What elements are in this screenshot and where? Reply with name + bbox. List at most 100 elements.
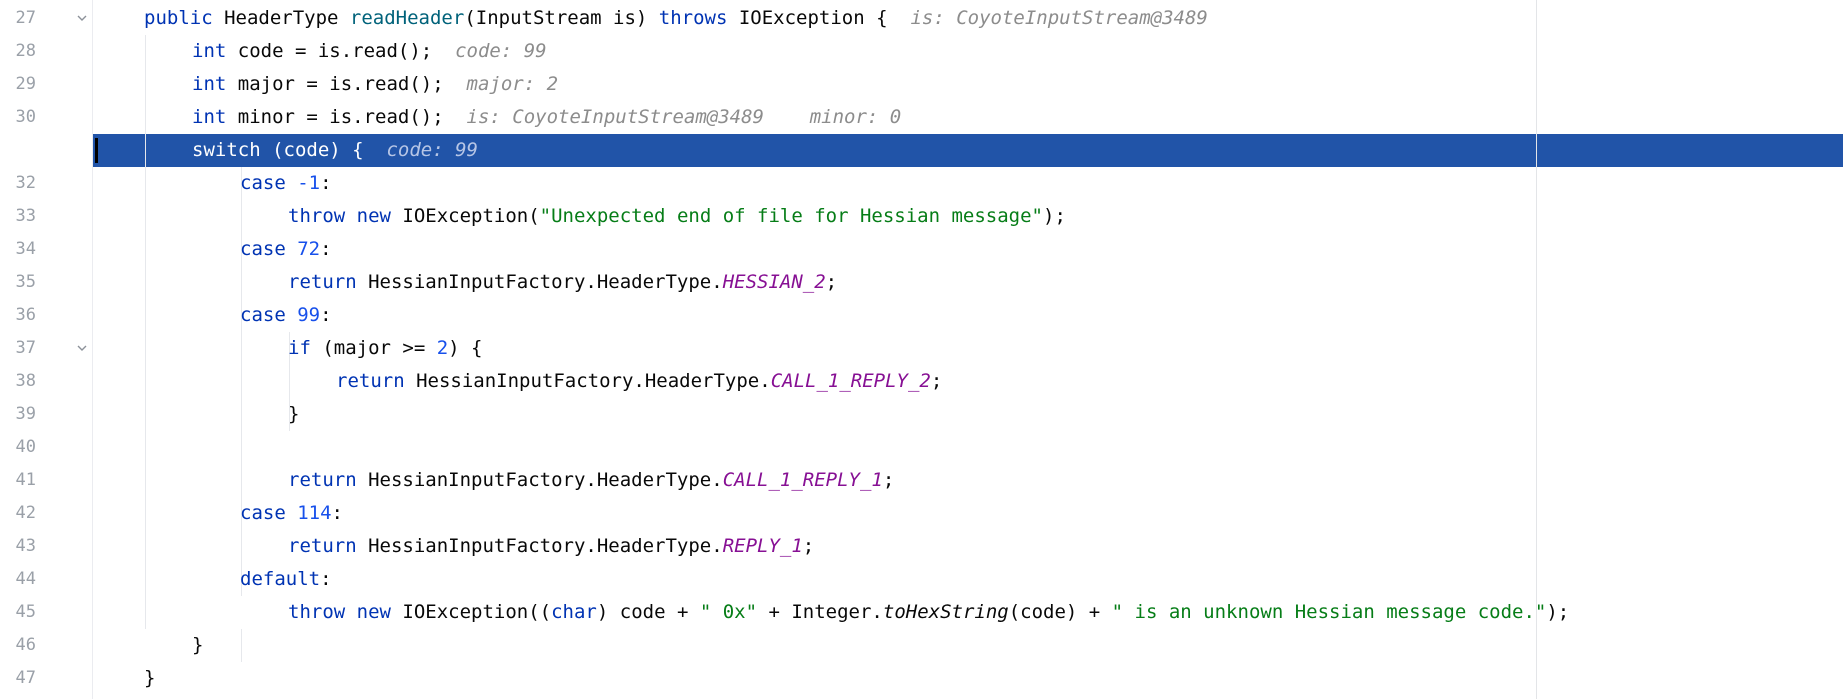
code-line[interactable]: 44 default: — [0, 563, 1843, 596]
code-token: default — [240, 568, 321, 590]
code-token: readHeader — [349, 7, 465, 29]
code-line[interactable]: 33 throw new IOException("Unexpected end … — [0, 200, 1843, 233]
code-text[interactable]: throw new IOException((char) code + " 0x… — [288, 596, 1569, 629]
inline-debug-value: code: 99 — [386, 139, 478, 161]
code-token: throw new — [288, 601, 403, 623]
line-number[interactable]: 32 — [0, 167, 36, 200]
code-token: ) { — [448, 337, 483, 359]
code-line[interactable]: 34 case 72: — [0, 233, 1843, 266]
code-token: -1 — [297, 172, 321, 194]
code-token: HESSIAN_2 — [722, 271, 826, 293]
code-line[interactable]: 38 return HessianInputFactory.HeaderType.… — [0, 365, 1843, 398]
line-number[interactable]: 35 — [0, 266, 36, 299]
code-line[interactable]: 30 int minor = is.read(); is: CoyoteInput… — [0, 101, 1843, 134]
code-token: switch — [192, 139, 273, 161]
code-text[interactable]: default: — [240, 563, 332, 596]
code-text[interactable]: int major = is.read(); major: 2 — [192, 68, 558, 101]
code-text[interactable]: case 99: — [240, 299, 332, 332]
code-line[interactable]: 43 return HessianInputFactory.HeaderType.… — [0, 530, 1843, 563]
code-line[interactable]: 46} — [0, 629, 1843, 662]
code-token: ); — [1043, 205, 1066, 227]
line-number[interactable]: 43 — [0, 530, 36, 563]
line-number[interactable]: 37 — [0, 332, 36, 365]
line-number[interactable]: 47 — [0, 662, 36, 695]
code-token: if — [288, 337, 323, 359]
indent-guide — [145, 35, 146, 629]
code-line[interactable]: 42 case 114: — [0, 497, 1843, 530]
code-token: return — [288, 535, 369, 557]
chevron-down-icon[interactable] — [76, 144, 88, 156]
code-token: HessianInputFactory.HeaderType. — [368, 535, 723, 557]
code-text[interactable]: return HessianInputFactory.HeaderType.RE… — [288, 530, 814, 563]
code-token: 99 — [297, 304, 321, 326]
code-line[interactable]: 35 return HessianInputFactory.HeaderType.… — [0, 266, 1843, 299]
code-line[interactable]: 36 case 99: — [0, 299, 1843, 332]
line-number[interactable]: 33 — [0, 200, 36, 233]
line-number[interactable]: 29 — [0, 68, 36, 101]
inline-debug-value: is: CoyoteInputStream@3489 — [910, 7, 1208, 29]
code-text[interactable]: if (major >= 2) { — [288, 332, 483, 365]
code-line[interactable]: 41 return HessianInputFactory.HeaderType.… — [0, 464, 1843, 497]
line-number[interactable]: 41 — [0, 464, 36, 497]
code-token: ); — [1546, 601, 1570, 623]
code-line[interactable]: 29 int major = is.read(); major: 2 — [0, 68, 1843, 101]
line-number[interactable]: 31 — [0, 134, 36, 167]
indent-guide — [241, 167, 242, 596]
code-text[interactable]: switch (code) { code: 99 — [192, 134, 478, 167]
code-token: (major >= — [322, 337, 437, 359]
code-token: minor = is.read(); — [237, 106, 467, 128]
line-number[interactable]: 28 — [0, 35, 36, 68]
code-token: IOException(( — [402, 601, 552, 623]
code-token: CALL_1_REPLY_1 — [722, 469, 883, 491]
code-token: int — [192, 106, 238, 128]
code-text[interactable]: case 72: — [240, 233, 332, 266]
line-number[interactable]: 27 — [0, 2, 36, 35]
code-line[interactable]: 45 throw new IOException((char) code + " … — [0, 596, 1843, 629]
code-token: } — [144, 667, 156, 689]
code-token: return — [288, 271, 369, 293]
code-text[interactable]: throw new IOException("Unexpected end of… — [288, 200, 1066, 233]
chevron-down-icon[interactable] — [76, 12, 88, 24]
code-token: IOException { — [738, 7, 911, 29]
chevron-down-icon[interactable] — [76, 342, 88, 354]
code-line[interactable]: 47} — [0, 662, 1843, 695]
code-text[interactable]: int minor = is.read(); is: CoyoteInputSt… — [192, 101, 901, 134]
code-token: : — [320, 238, 332, 260]
line-number[interactable]: 38 — [0, 365, 36, 398]
line-number[interactable]: 36 — [0, 299, 36, 332]
code-line[interactable]: 37 if (major >= 2) { — [0, 332, 1843, 365]
code-token: (code) + — [1008, 601, 1112, 623]
code-text[interactable]: } — [288, 398, 299, 431]
inline-debug-value: major: 2 — [466, 73, 559, 95]
current-line[interactable]: 31 switch (code) { code: 99 — [0, 134, 1843, 167]
line-number[interactable]: 45 — [0, 596, 36, 629]
code-text[interactable]: public HeaderType readHeader(InputStream… — [144, 2, 1208, 35]
code-token: } — [192, 634, 204, 656]
line-number[interactable]: 30 — [0, 101, 36, 134]
code-line[interactable]: 32 case -1: — [0, 167, 1843, 200]
code-token: : — [331, 502, 343, 524]
code-text[interactable]: case 114: — [240, 497, 343, 530]
code-text[interactable]: } — [144, 662, 155, 695]
code-text[interactable]: return HessianInputFactory.HeaderType.HE… — [288, 266, 837, 299]
code-line[interactable]: 27 public HeaderType readHeader(InputStre… — [0, 2, 1843, 35]
code-line[interactable]: 28 int code = is.read(); code: 99 — [0, 35, 1843, 68]
code-token: ) code + — [596, 601, 700, 623]
line-number[interactable]: 40 — [0, 431, 36, 464]
code-token: throws — [658, 7, 739, 29]
code-text[interactable]: int code = is.read(); code: 99 — [192, 35, 547, 68]
code-line[interactable]: 40 — [0, 431, 1843, 464]
line-number[interactable]: 34 — [0, 233, 36, 266]
line-number[interactable]: 46 — [0, 629, 36, 662]
code-text[interactable]: return HessianInputFactory.HeaderType.CA… — [336, 365, 942, 398]
code-token: + Integer. — [757, 601, 883, 623]
line-number[interactable]: 44 — [0, 563, 36, 596]
code-token: int — [192, 73, 238, 95]
line-number[interactable]: 39 — [0, 398, 36, 431]
line-number[interactable]: 42 — [0, 497, 36, 530]
code-text[interactable]: case -1: — [240, 167, 332, 200]
code-text[interactable]: return HessianInputFactory.HeaderType.CA… — [288, 464, 894, 497]
code-text[interactable]: } — [192, 629, 203, 662]
code-editor[interactable]: 27 public HeaderType readHeader(InputStre… — [0, 0, 1843, 699]
code-line[interactable]: 39} — [0, 398, 1843, 431]
